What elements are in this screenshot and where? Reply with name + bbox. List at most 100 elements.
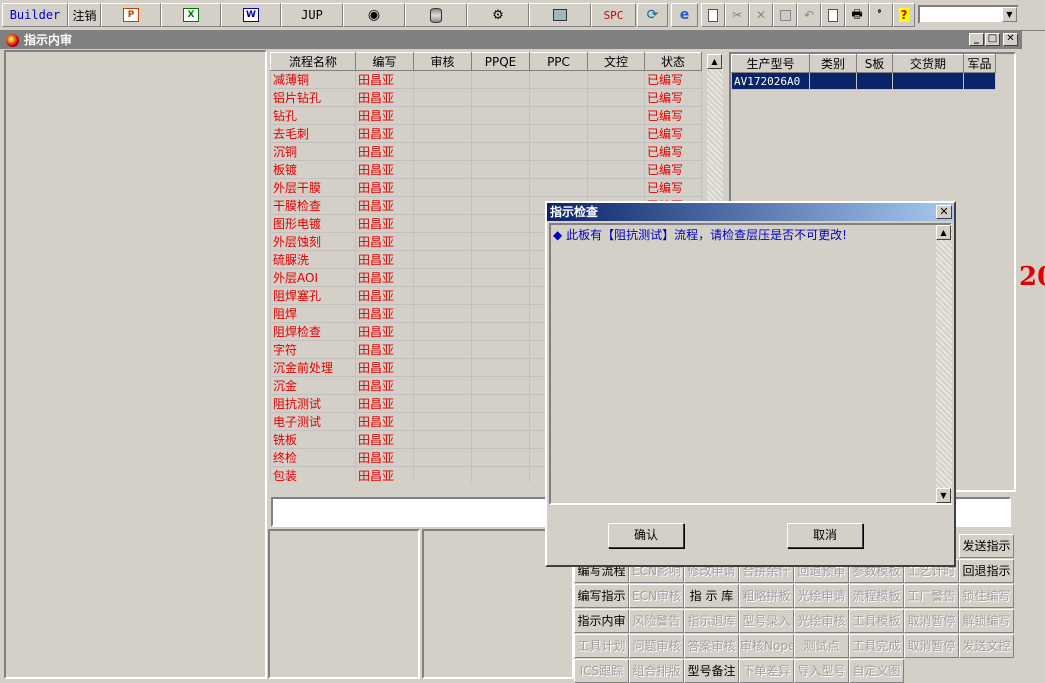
writer-cell[interactable]: 田昌亚 xyxy=(355,448,414,467)
function-button[interactable]: 回退指示 xyxy=(959,559,1014,583)
process-name-cell[interactable]: 铣板 xyxy=(270,430,356,449)
process-name-cell[interactable]: 钻孔 xyxy=(270,106,356,125)
function-button[interactable]: 问题审核 xyxy=(629,634,684,658)
reviewer-cell[interactable] xyxy=(413,394,472,413)
reviewer-cell[interactable] xyxy=(413,376,472,395)
table-row[interactable]: 沉铜 田昌亚 已编写 xyxy=(270,142,702,161)
ppqe-cell[interactable] xyxy=(471,286,530,305)
reviewer-cell[interactable] xyxy=(413,322,472,341)
writer-cell[interactable]: 田昌亚 xyxy=(355,106,414,125)
writer-cell[interactable]: 田昌亚 xyxy=(355,214,414,233)
reviewer-cell[interactable] xyxy=(413,214,472,233)
function-button[interactable]: 发送文控 xyxy=(959,634,1014,658)
process-name-cell[interactable]: 铝片钻孔 xyxy=(270,88,356,107)
ppqe-cell[interactable] xyxy=(471,250,530,269)
ppqe-cell[interactable] xyxy=(471,466,530,482)
status-cell[interactable]: 已编写 xyxy=(644,160,702,179)
function-button[interactable]: ICS跟踪 xyxy=(574,659,629,683)
reviewer-cell[interactable] xyxy=(413,124,472,143)
reviewer-cell[interactable] xyxy=(413,178,472,197)
function-button[interactable]: 编写指示 xyxy=(574,584,629,608)
doc-control-cell[interactable] xyxy=(587,178,645,197)
col-model[interactable]: 生产型号 xyxy=(731,54,810,73)
minimize-button[interactable]: _ xyxy=(969,33,984,46)
function-button[interactable]: 自定义图 xyxy=(849,659,904,683)
process-name-cell[interactable]: 阻抗测试 xyxy=(270,394,356,413)
col-military[interactable]: 军品 xyxy=(963,54,996,73)
reviewer-cell[interactable] xyxy=(413,160,472,179)
ppqe-cell[interactable] xyxy=(471,340,530,359)
table-row[interactable]: 外层干膜 田昌亚 已编写 xyxy=(270,178,702,197)
col-doc-control[interactable]: 文控 xyxy=(587,52,645,71)
status-cell[interactable]: 已编写 xyxy=(644,88,702,107)
writer-cell[interactable]: 田昌亚 xyxy=(355,268,414,287)
ppc-cell[interactable] xyxy=(529,142,588,161)
refresh-button[interactable]: ⟳ xyxy=(637,3,668,27)
function-button[interactable]: 工具完成 xyxy=(849,634,904,658)
ppqe-cell[interactable] xyxy=(471,448,530,467)
process-name-cell[interactable]: 沉铜 xyxy=(270,142,356,161)
function-button[interactable]: 光绘申请 xyxy=(794,584,849,608)
table-row[interactable]: 铝片钻孔 田昌亚 已编写 xyxy=(270,88,702,107)
reviewer-cell[interactable] xyxy=(413,412,472,431)
ppqe-cell[interactable] xyxy=(471,394,530,413)
process-name-cell[interactable]: 去毛刺 xyxy=(270,124,356,143)
function-button[interactable]: 光绘审核 xyxy=(794,609,849,633)
message-scrollbar[interactable]: ▲ ▼ xyxy=(936,225,952,503)
function-button[interactable]: 下单差异 xyxy=(739,659,794,683)
writer-cell[interactable]: 田昌亚 xyxy=(355,124,414,143)
dialog-close-button[interactable]: ✕ xyxy=(936,205,952,219)
excel-button[interactable]: X xyxy=(161,3,221,27)
writer-cell[interactable]: 田昌亚 xyxy=(355,358,414,377)
ppc-cell[interactable] xyxy=(529,178,588,197)
ppqe-cell[interactable] xyxy=(471,322,530,341)
reviewer-cell[interactable] xyxy=(413,106,472,125)
ppqe-cell[interactable] xyxy=(471,232,530,251)
writer-cell[interactable]: 田昌亚 xyxy=(355,304,414,323)
process-name-cell[interactable]: 终检 xyxy=(270,448,356,467)
reviewer-cell[interactable] xyxy=(413,88,472,107)
scroll-up-icon[interactable]: ▲ xyxy=(936,225,951,240)
function-button[interactable]: ECN审核 xyxy=(629,584,684,608)
ppqe-cell[interactable] xyxy=(471,358,530,377)
process-name-cell[interactable]: 沉金前处理 xyxy=(270,358,356,377)
function-button[interactable]: 解锁编写 xyxy=(959,609,1014,633)
function-button[interactable]: 指 示 库 xyxy=(684,584,739,608)
ppqe-cell[interactable] xyxy=(471,412,530,431)
process-name-cell[interactable]: 减薄铜 xyxy=(270,70,356,89)
function-button[interactable]: 型号备注 xyxy=(684,659,739,683)
process-name-cell[interactable]: 硫脲洗 xyxy=(270,250,356,269)
process-name-cell[interactable]: 电子测试 xyxy=(270,412,356,431)
process-name-cell[interactable]: 干膜检查 xyxy=(270,196,356,215)
col-process-name[interactable]: 流程名称 xyxy=(270,52,356,71)
writer-cell[interactable]: 田昌亚 xyxy=(355,286,414,305)
function-button[interactable]: 工厂警告 xyxy=(904,584,959,608)
process-name-cell[interactable]: 图形电镀 xyxy=(270,214,356,233)
process-name-cell[interactable]: 阻焊塞孔 xyxy=(270,286,356,305)
status-cell[interactable]: 已编写 xyxy=(644,178,702,197)
process-name-cell[interactable]: 外层AOI xyxy=(270,268,356,287)
builder-button[interactable]: Builder xyxy=(2,3,68,27)
writer-cell[interactable]: 田昌亚 xyxy=(355,376,414,395)
function-button[interactable]: 锁住编写 xyxy=(959,584,1014,608)
jup-button[interactable]: JUP xyxy=(281,3,343,27)
powerpoint-button[interactable]: P xyxy=(101,3,161,27)
function-button[interactable]: 风险警告 xyxy=(629,609,684,633)
writer-cell[interactable]: 田昌亚 xyxy=(355,250,414,269)
doc-control-cell[interactable] xyxy=(587,70,645,89)
function-button[interactable]: 指示内审 xyxy=(574,609,629,633)
table-row[interactable]: 去毛刺 田昌亚 已编写 xyxy=(270,124,702,143)
reviewer-cell[interactable] xyxy=(413,466,472,482)
doc-control-cell[interactable] xyxy=(587,142,645,161)
col-reviewer[interactable]: 审核 xyxy=(413,52,472,71)
process-name-cell[interactable]: 包装 xyxy=(270,466,356,482)
function-button[interactable]: 工具计划 xyxy=(574,634,629,658)
database-button[interactable] xyxy=(405,3,467,27)
function-button[interactable]: 组合排版 xyxy=(629,659,684,683)
reviewer-cell[interactable] xyxy=(413,268,472,287)
function-button[interactable]: 导入型号 xyxy=(794,659,849,683)
writer-cell[interactable]: 田昌亚 xyxy=(355,340,414,359)
status-cell[interactable]: 已编写 xyxy=(644,106,702,125)
function-button[interactable]: 测试点 xyxy=(794,634,849,658)
table-row[interactable]: 板镀 田昌亚 已编写 xyxy=(270,160,702,179)
